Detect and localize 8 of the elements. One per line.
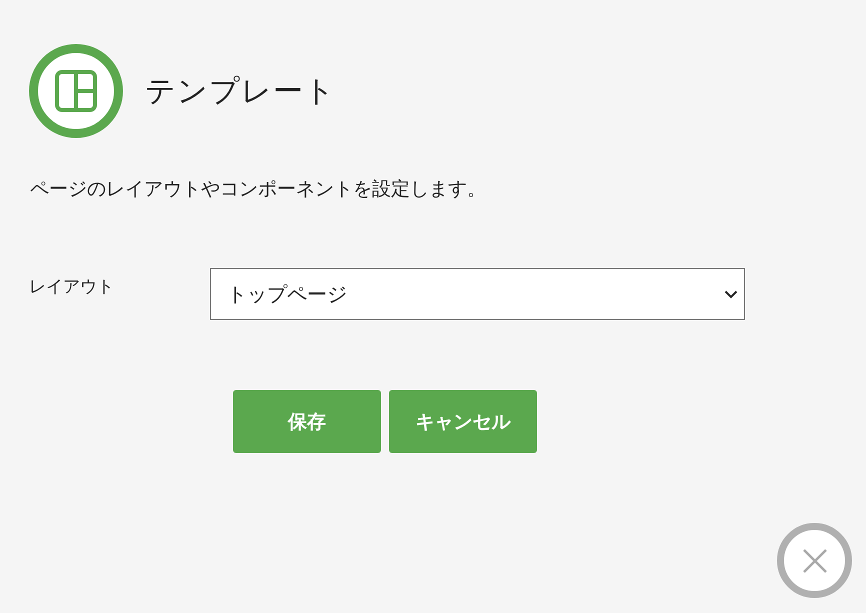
save-button[interactable]: 保存 (233, 390, 381, 453)
close-icon (802, 548, 828, 574)
layout-dropdown[interactable]: トップページ (210, 268, 745, 320)
page-title: テンプレート (145, 72, 336, 110)
description-text: ページのレイアウトやコンポーネントを設定します。 (30, 177, 487, 202)
field-label: レイアウト (29, 276, 115, 298)
chevron-down-icon (724, 290, 738, 298)
cancel-button[interactable]: キャンセル (389, 390, 537, 453)
